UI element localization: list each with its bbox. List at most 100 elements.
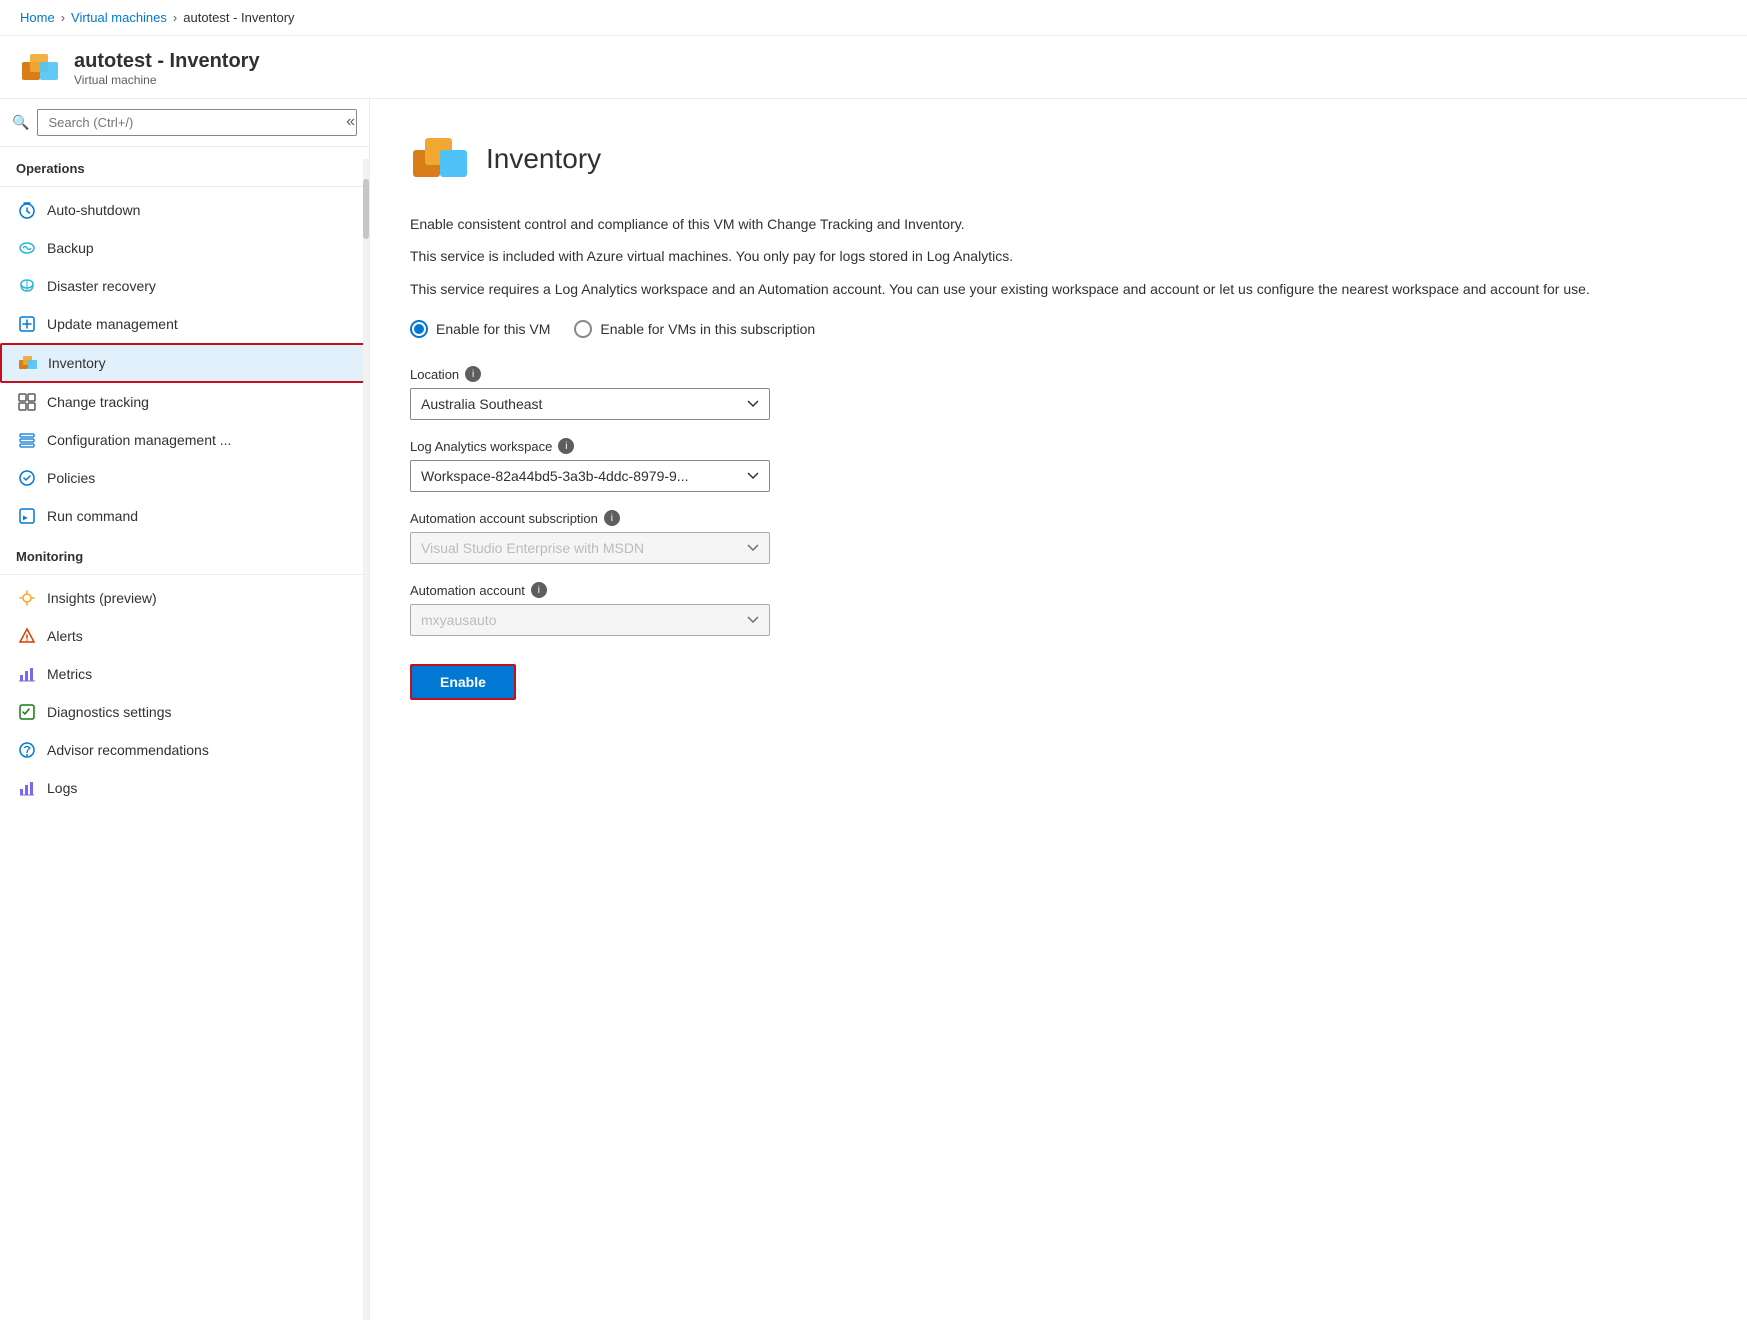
diagnostics-icon — [17, 702, 37, 722]
workspace-select[interactable]: Workspace-82a44bd5-3a3b-4ddc-8979-9... — [410, 460, 770, 492]
radio-group: Enable for this VM Enable for VMs in thi… — [410, 320, 1707, 338]
page-title: autotest - Inventory — [74, 50, 260, 73]
main-inventory-icon — [410, 129, 470, 189]
main-title: Inventory — [486, 143, 601, 175]
description-1: Enable consistent control and compliance… — [410, 213, 1707, 235]
location-group: Location i Australia Southeast — [410, 366, 1707, 420]
advisor-icon — [17, 740, 37, 760]
breadcrumb-sep2: › — [173, 10, 177, 25]
sidebar-item-label: Advisor recommendations — [47, 742, 209, 758]
sidebar-item-disaster-recovery[interactable]: Disaster recovery — [0, 267, 369, 305]
description-2: This service is included with Azure virt… — [410, 245, 1707, 267]
alerts-icon — [17, 626, 37, 646]
policies-icon — [17, 468, 37, 488]
sidebar-scrollbar — [363, 159, 369, 1320]
backup-icon — [17, 238, 37, 258]
automation-account-info-icon[interactable]: i — [531, 582, 547, 598]
location-info-icon[interactable]: i — [465, 366, 481, 382]
radio-circle-this-vm — [410, 320, 428, 338]
breadcrumb: Home › Virtual machines › autotest - Inv… — [0, 0, 1747, 36]
radio-subscription[interactable]: Enable for VMs in this subscription — [574, 320, 815, 338]
radio-this-vm-label: Enable for this VM — [436, 321, 550, 337]
breadcrumb-sep1: › — [61, 10, 65, 25]
breadcrumb-vms[interactable]: Virtual machines — [71, 10, 167, 25]
sidebar-item-insights[interactable]: Insights (preview) — [0, 579, 369, 617]
sidebar-item-label: Update management — [47, 316, 178, 332]
location-label: Location i — [410, 366, 1707, 382]
sidebar-item-advisor[interactable]: Advisor recommendations — [0, 731, 369, 769]
insights-icon — [17, 588, 37, 608]
automation-sub-group: Automation account subscription i Visual… — [410, 510, 1707, 564]
metrics-icon — [17, 664, 37, 684]
sidebar-item-label: Auto-shutdown — [47, 202, 140, 218]
automation-account-select[interactable]: mxyausauto — [410, 604, 770, 636]
automation-sub-select[interactable]: Visual Studio Enterprise with MSDN — [410, 532, 770, 564]
description-3: This service requires a Log Analytics wo… — [410, 278, 1707, 300]
sidebar-item-metrics[interactable]: Metrics — [0, 655, 369, 693]
search-icon: 🔍 — [12, 114, 29, 131]
radio-this-vm[interactable]: Enable for this VM — [410, 320, 550, 338]
sidebar-item-label: Insights (preview) — [47, 590, 157, 606]
inventory-icon — [18, 353, 38, 373]
sidebar-item-label: Backup — [47, 240, 94, 256]
svg-text:▶: ▶ — [23, 513, 28, 522]
vm-inventory-header-icon — [20, 48, 60, 88]
sidebar-item-label: Logs — [47, 780, 77, 796]
sidebar-item-backup[interactable]: Backup — [0, 229, 369, 267]
run-icon: ▶ — [17, 506, 37, 526]
sidebar-item-label: Run command — [47, 508, 138, 524]
sidebar-scrollbar-thumb — [363, 179, 369, 239]
clock-icon — [17, 200, 37, 220]
breadcrumb-home[interactable]: Home — [20, 10, 55, 25]
sidebar-item-label: Diagnostics settings — [47, 704, 172, 720]
sidebar-item-label: Change tracking — [47, 394, 149, 410]
breadcrumb-current: autotest - Inventory — [183, 10, 294, 25]
monitoring-section-label: Monitoring — [0, 535, 369, 570]
operations-section-label: Operations — [0, 147, 369, 182]
automation-account-group: Automation account i mxyausauto — [410, 582, 1707, 636]
sidebar: 🔍 « Operations Auto-shutdown — [0, 99, 370, 1320]
sidebar-item-label: Disaster recovery — [47, 278, 156, 294]
page-header: autotest - Inventory Virtual machine — [0, 36, 1747, 99]
workspace-label: Log Analytics workspace i — [410, 438, 1707, 454]
automation-account-label: Automation account i — [410, 582, 1707, 598]
sidebar-item-label: Alerts — [47, 628, 83, 644]
sidebar-item-configuration-management[interactable]: Configuration management ... — [0, 421, 369, 459]
monitoring-divider — [0, 574, 369, 575]
sidebar-item-auto-shutdown[interactable]: Auto-shutdown — [0, 191, 369, 229]
header-text: autotest - Inventory Virtual machine — [74, 50, 260, 87]
sidebar-item-label: Inventory — [48, 355, 106, 371]
automation-sub-info-icon[interactable]: i — [604, 510, 620, 526]
change-icon — [17, 392, 37, 412]
sidebar-item-inventory[interactable]: Inventory — [0, 343, 369, 383]
main-title-row: Inventory — [410, 129, 1707, 189]
sidebar-item-label: Metrics — [47, 666, 92, 682]
logs-icon — [17, 778, 37, 798]
sidebar-item-alerts[interactable]: Alerts — [0, 617, 369, 655]
workspace-info-icon[interactable]: i — [558, 438, 574, 454]
location-select[interactable]: Australia Southeast — [410, 388, 770, 420]
update-icon — [17, 314, 37, 334]
config-icon — [17, 430, 37, 450]
disaster-icon — [17, 276, 37, 296]
operations-divider — [0, 186, 369, 187]
page-subtitle: Virtual machine — [74, 73, 260, 87]
enable-button[interactable]: Enable — [410, 664, 516, 700]
sidebar-item-logs[interactable]: Logs — [0, 769, 369, 807]
automation-sub-label: Automation account subscription i — [410, 510, 1707, 526]
workspace-group: Log Analytics workspace i Workspace-82a4… — [410, 438, 1707, 492]
sidebar-item-diagnostics[interactable]: Diagnostics settings — [0, 693, 369, 731]
search-input[interactable] — [37, 109, 357, 136]
sidebar-collapse-button[interactable]: « — [340, 109, 361, 135]
sidebar-item-policies[interactable]: Policies — [0, 459, 369, 497]
radio-subscription-label: Enable for VMs in this subscription — [600, 321, 815, 337]
sidebar-item-run-command[interactable]: ▶ Run command — [0, 497, 369, 535]
sidebar-item-label: Policies — [47, 470, 95, 486]
sidebar-content: Operations Auto-shutdown — [0, 147, 369, 1320]
radio-circle-subscription — [574, 320, 592, 338]
sidebar-search-container: 🔍 — [0, 99, 369, 147]
sidebar-item-update-management[interactable]: Update management — [0, 305, 369, 343]
sidebar-item-change-tracking[interactable]: Change tracking — [0, 383, 369, 421]
sidebar-item-label: Configuration management ... — [47, 432, 231, 448]
main-content: Inventory Enable consistent control and … — [370, 99, 1747, 1320]
